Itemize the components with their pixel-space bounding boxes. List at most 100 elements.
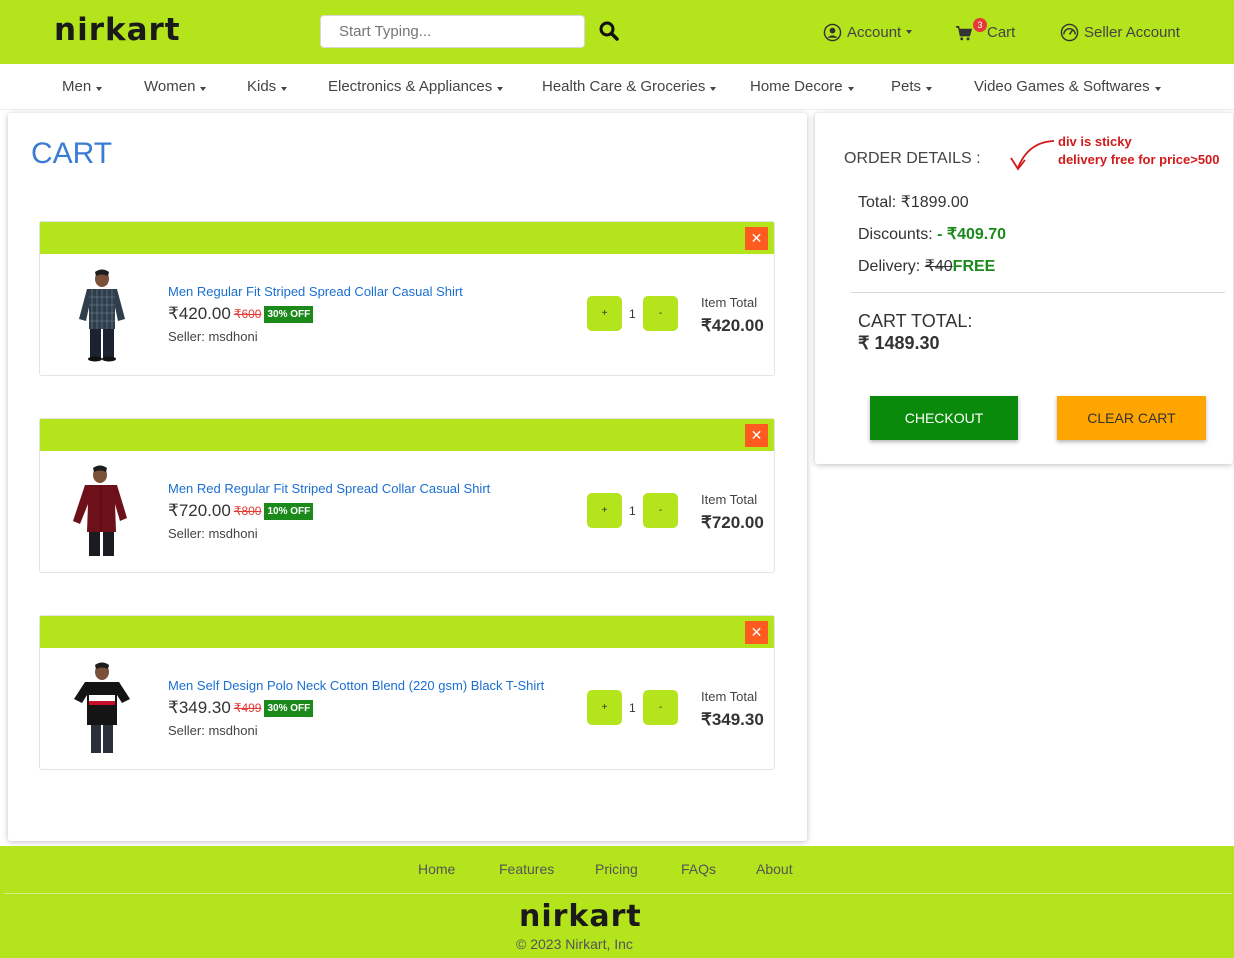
cart-icon xyxy=(955,26,973,41)
product-name-link[interactable]: Men Self Design Polo Neck Cotton Blend (… xyxy=(168,678,544,693)
seller-account-link[interactable]: Seller Account xyxy=(1060,20,1180,44)
quantity-value: 1 xyxy=(629,504,636,518)
dashboard-icon xyxy=(1060,23,1079,41)
product-price: ₹420.00 xyxy=(168,304,231,323)
cart-title: CART xyxy=(31,137,113,170)
chevron-down-icon xyxy=(200,87,207,91)
discount-badge: 30% OFF xyxy=(264,699,314,717)
nav-item-kids[interactable]: Kids xyxy=(247,78,288,95)
chevron-down-icon xyxy=(926,87,933,91)
footer-link-home[interactable]: Home xyxy=(418,861,455,877)
cart-item-header: ✕ xyxy=(40,419,774,451)
price-row: ₹349.30 ₹499 30% OFF xyxy=(168,698,314,718)
discount-badge: 30% OFF xyxy=(264,305,314,323)
cart-item-header: ✕ xyxy=(40,616,774,648)
top-header: nirkart Account 3 Cart Seller Account xyxy=(0,0,1234,64)
footer-divider xyxy=(4,893,1232,894)
cart-label: Cart xyxy=(987,23,1016,41)
product-mrp: ₹800 xyxy=(233,504,262,518)
decrease-quantity-button[interactable]: - xyxy=(643,296,678,331)
account-label: Account xyxy=(847,23,902,41)
nav-item-women[interactable]: Women xyxy=(144,78,207,95)
seller-name: Seller: msdhoni xyxy=(168,329,258,344)
cart-item-header: ✕ xyxy=(40,222,774,254)
chevron-down-icon xyxy=(906,30,913,34)
product-mrp: ₹600 xyxy=(233,307,262,321)
nav-item-home-decore[interactable]: Home Decore xyxy=(750,78,854,95)
remove-item-button[interactable]: ✕ xyxy=(745,424,768,447)
chevron-down-icon xyxy=(847,87,854,91)
product-name-link[interactable]: Men Regular Fit Striped Spread Collar Ca… xyxy=(168,284,463,299)
product-name-link[interactable]: Men Red Regular Fit Striped Spread Colla… xyxy=(168,481,490,496)
price-row: ₹420.00 ₹600 30% OFF xyxy=(168,304,314,324)
order-total-line: Total: ₹1899.00 xyxy=(858,194,969,211)
item-total-label: Item Total xyxy=(701,492,758,507)
item-total-label: Item Total xyxy=(701,295,758,310)
checkout-button[interactable]: CHECKOUT xyxy=(870,396,1018,440)
cart-count-badge: 3 xyxy=(973,18,987,32)
product-image[interactable] xyxy=(65,661,140,756)
remove-item-button[interactable]: ✕ xyxy=(745,621,768,644)
footer: Home Features Pricing FAQs About nirkart… xyxy=(0,846,1234,958)
chevron-down-icon xyxy=(96,87,103,91)
price-row: ₹720.00 ₹800 10% OFF xyxy=(168,501,314,521)
chevron-down-icon xyxy=(497,87,504,91)
cart-item: ✕ Men Self Design Polo Neck Cotton Blend… xyxy=(39,615,775,770)
category-nav: Men Women Kids Electronics & Appliances … xyxy=(0,64,1234,110)
quantity-value: 1 xyxy=(629,701,636,715)
cart-link[interactable]: 3 Cart xyxy=(955,18,1016,44)
search-input[interactable] xyxy=(320,15,585,48)
item-total-value: ₹349.30 xyxy=(701,710,764,729)
seller-account-label: Seller Account xyxy=(1084,23,1180,41)
footer-link-features[interactable]: Features xyxy=(499,861,554,877)
increase-quantity-button[interactable]: + xyxy=(587,493,622,528)
annotation-arrow-icon xyxy=(1010,140,1055,171)
product-mrp: ₹499 xyxy=(233,701,262,715)
remove-item-button[interactable]: ✕ xyxy=(745,227,768,250)
sticky-annotation: div is sticky delivery free for price>50… xyxy=(1058,134,1220,167)
discount-badge: 10% OFF xyxy=(264,502,314,520)
chevron-down-icon xyxy=(281,87,288,91)
account-menu[interactable]: Account xyxy=(823,20,913,44)
decrease-quantity-button[interactable]: - xyxy=(643,690,678,725)
divider xyxy=(851,292,1225,293)
order-details-panel: ORDER DETAILS : div is sticky delivery f… xyxy=(815,113,1233,464)
increase-quantity-button[interactable]: + xyxy=(587,296,622,331)
item-total-value: ₹720.00 xyxy=(701,513,764,532)
nav-item-health-care[interactable]: Health Care & Groceries xyxy=(542,78,717,95)
cart-total-label: CART TOTAL: xyxy=(858,311,973,331)
footer-link-about[interactable]: About xyxy=(756,861,793,877)
user-circle-icon xyxy=(823,23,842,41)
clear-cart-button[interactable]: CLEAR CART xyxy=(1057,396,1206,440)
search-icon[interactable] xyxy=(598,20,622,44)
order-discount-line: Discounts: - ₹409.70 xyxy=(858,226,1007,243)
cart-item: ✕ Men Red Regular Fit Striped Spread Col… xyxy=(39,418,775,573)
item-total-value: ₹420.00 xyxy=(701,316,764,335)
order-delivery-line: Delivery: ₹40FREE xyxy=(858,258,996,275)
order-details-title: ORDER DETAILS : xyxy=(844,150,981,167)
product-price: ₹720.00 xyxy=(168,501,231,520)
copyright-text: © 2023 Nirkart, Inc xyxy=(516,936,633,952)
footer-link-pricing[interactable]: Pricing xyxy=(595,861,638,877)
product-image[interactable] xyxy=(65,464,140,559)
chevron-down-icon xyxy=(710,87,717,91)
footer-logo[interactable]: nirkart xyxy=(519,899,642,934)
nav-item-video-games[interactable]: Video Games & Softwares xyxy=(974,78,1161,95)
cart-item: ✕ Men Regular Fit Striped Spread Collar … xyxy=(39,221,775,376)
cart-total-value: ₹ 1489.30 xyxy=(858,333,940,353)
increase-quantity-button[interactable]: + xyxy=(587,690,622,725)
seller-name: Seller: msdhoni xyxy=(168,526,258,541)
nav-item-electronics[interactable]: Electronics & Appliances xyxy=(328,78,504,95)
brand-logo[interactable]: nirkart xyxy=(54,12,181,48)
chevron-down-icon xyxy=(1154,87,1161,91)
product-image[interactable] xyxy=(65,267,140,362)
item-total-label: Item Total xyxy=(701,689,758,704)
footer-link-faqs[interactable]: FAQs xyxy=(681,861,716,877)
nav-item-men[interactable]: Men xyxy=(62,78,103,95)
quantity-value: 1 xyxy=(629,307,636,321)
product-price: ₹349.30 xyxy=(168,698,231,717)
nav-item-pets[interactable]: Pets xyxy=(891,78,933,95)
decrease-quantity-button[interactable]: - xyxy=(643,493,678,528)
seller-name: Seller: msdhoni xyxy=(168,723,258,738)
cart-panel: CART ✕ Men Regular Fit Striped Spread Co… xyxy=(8,113,807,841)
